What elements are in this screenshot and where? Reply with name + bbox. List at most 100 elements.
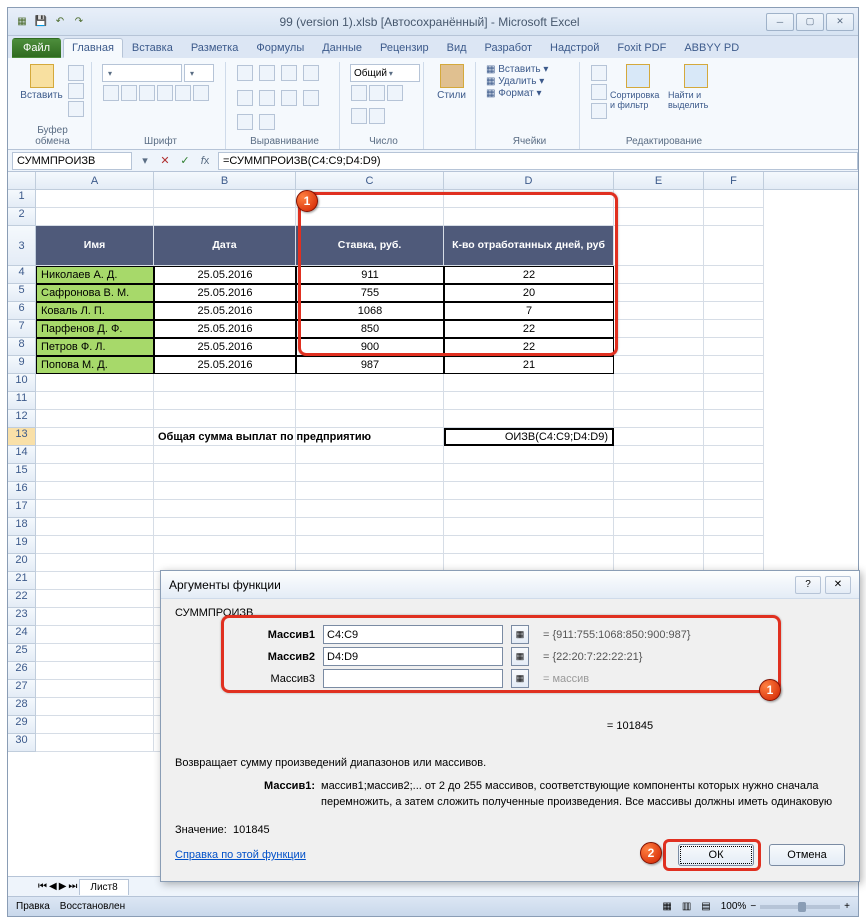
row-9[interactable]: 9 [8,356,36,374]
table-header[interactable]: Дата [154,226,296,266]
namebox-dropdown-icon[interactable]: ▾ [136,152,154,170]
arg3-picker-icon[interactable]: ▦ [511,669,529,688]
styles-button[interactable]: Стили [434,64,469,101]
row-26[interactable]: 26 [8,662,36,680]
format-painter-icon[interactable] [68,101,84,117]
cell[interactable] [444,482,614,500]
row-21[interactable]: 21 [8,572,36,590]
accept-formula-icon[interactable]: ✓ [176,152,194,170]
tab-formulas[interactable]: Формулы [247,38,313,58]
row-25[interactable]: 25 [8,644,36,662]
percent-icon[interactable] [369,85,385,101]
cell[interactable] [704,464,764,482]
cell[interactable] [444,190,614,208]
cell[interactable] [36,698,154,716]
number-format-combo[interactable]: Общий [350,64,420,82]
table-header[interactable]: Ставка, руб. [296,226,444,266]
table-header[interactable]: К-во отработанных дней, руб [444,226,614,266]
copy-icon[interactable] [68,83,84,99]
tab-developer[interactable]: Разработ [476,38,541,58]
cell[interactable] [296,536,444,554]
fx-icon[interactable]: fx [196,152,214,170]
dec-decimal-icon[interactable] [369,108,385,124]
cell[interactable] [154,410,296,428]
cell[interactable] [36,572,154,590]
row-8[interactable]: 8 [8,338,36,356]
row-28[interactable]: 28 [8,698,36,716]
cell[interactable] [36,680,154,698]
fill-icon[interactable] [591,84,607,100]
cell[interactable]: Общая сумма выплат по предприятию [154,428,296,446]
row-15[interactable]: 15 [8,464,36,482]
cell[interactable]: 22 [444,338,614,356]
paste-button[interactable]: Вставить [20,64,63,101]
align-right-icon[interactable] [303,90,319,106]
cell[interactable] [296,392,444,410]
cell[interactable]: Сафронова В. М. [36,284,154,302]
cell[interactable] [614,338,704,356]
cell[interactable] [704,500,764,518]
wrap-text-icon[interactable] [237,90,253,106]
tab-addins[interactable]: Надстрой [541,38,608,58]
cell[interactable]: 900 [296,338,444,356]
cancel-button[interactable]: Отмена [769,844,845,866]
cell[interactable] [36,518,154,536]
cell[interactable] [154,518,296,536]
underline-icon[interactable] [139,85,155,101]
cell[interactable] [704,428,764,446]
row-14[interactable]: 14 [8,446,36,464]
ok-button[interactable]: ОК [678,844,754,866]
zoom-in-icon[interactable]: + [844,901,850,912]
view-break-icon[interactable]: ▤ [701,901,710,912]
cell[interactable] [36,644,154,662]
cell[interactable] [614,536,704,554]
cell[interactable] [36,446,154,464]
clear-icon[interactable] [591,103,607,119]
cell[interactable] [154,190,296,208]
cell[interactable] [36,392,154,410]
close-button[interactable]: ✕ [826,13,854,31]
dialog-close-icon[interactable]: ✕ [825,576,851,594]
cell[interactable]: 25.05.2016 [154,284,296,302]
font-size-combo[interactable] [184,64,214,82]
cell[interactable] [704,356,764,374]
save-icon[interactable]: 💾 [33,14,49,30]
sheet-nav-last-icon[interactable]: ⏭ [68,881,77,892]
row-10[interactable]: 10 [8,374,36,392]
cell[interactable] [154,482,296,500]
row-30[interactable]: 30 [8,734,36,752]
cell[interactable] [444,410,614,428]
cell[interactable] [614,482,704,500]
cell[interactable] [704,518,764,536]
cell[interactable]: 25.05.2016 [154,356,296,374]
cell[interactable] [704,536,764,554]
maximize-button[interactable]: ▢ [796,13,824,31]
view-layout-icon[interactable]: ▥ [682,901,691,912]
tab-layout[interactable]: Разметка [182,38,248,58]
formula-input[interactable]: =СУММПРОИЗВ(C4:C9;D4:D9) [218,152,858,170]
row-29[interactable]: 29 [8,716,36,734]
row-11[interactable]: 11 [8,392,36,410]
redo-icon[interactable]: ↷ [71,14,87,30]
tab-insert[interactable]: Вставка [123,38,182,58]
minimize-button[interactable]: ─ [766,13,794,31]
cell[interactable] [154,392,296,410]
row-24[interactable]: 24 [8,626,36,644]
row-4[interactable]: 4 [8,266,36,284]
cell[interactable]: 20 [444,284,614,302]
cell[interactable] [614,208,704,226]
arg1-picker-icon[interactable]: ▦ [511,625,529,644]
font-name-combo[interactable] [102,64,182,82]
arg3-input[interactable] [323,669,503,688]
row-22[interactable]: 22 [8,590,36,608]
cell[interactable]: 22 [444,320,614,338]
cell[interactable] [296,428,444,446]
sort-filter-button[interactable]: Сортировка и фильтр [610,64,666,110]
cell[interactable] [444,500,614,518]
tab-abbyy[interactable]: ABBYY PD [675,38,748,58]
cell[interactable] [296,190,444,208]
align-center-icon[interactable] [281,90,297,106]
row-23[interactable]: 23 [8,608,36,626]
sheet-tab[interactable]: Лист8 [79,879,128,895]
zoom-slider[interactable] [760,905,840,909]
